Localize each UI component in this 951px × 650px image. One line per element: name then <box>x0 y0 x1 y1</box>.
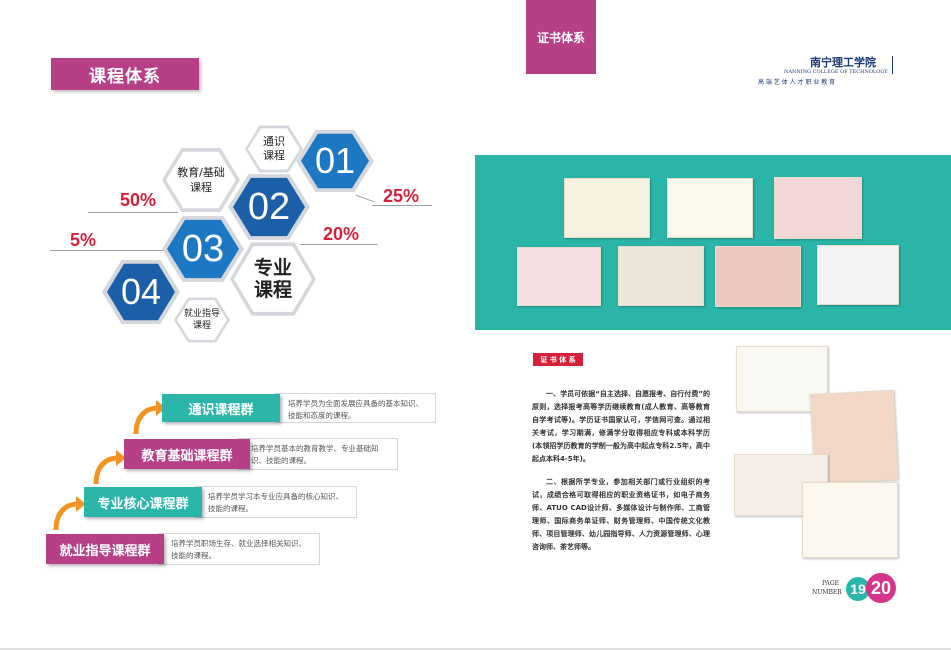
school-name-en: NANNING COLLEGE OF TECHNOLOGY <box>784 69 888 75</box>
group-name-2: 教育基础课程群 <box>141 448 233 464</box>
group-bar-3: 专业核心课程群 <box>84 487 202 517</box>
cert-tag: 证书体系 <box>526 0 596 74</box>
group-name-3: 专业核心课程群 <box>97 496 189 512</box>
percent-5: 5% <box>70 230 97 250</box>
hex-02-label: 02 <box>247 185 291 228</box>
page-number-right: 20 <box>866 573 896 603</box>
group-name-1: 通识课程群 <box>188 402 254 418</box>
cert-section-label: 证 书 体 系 <box>533 353 583 366</box>
line-50 <box>88 212 178 213</box>
school-slogan: 高 端 艺 体 人 才 职 业 教 育 <box>758 79 836 86</box>
group-name-4: 就业指导课程群 <box>59 543 151 559</box>
section-title-bar: 课程体系 <box>51 58 199 90</box>
group-desc-text-1: 培养学员为全面发展应具备的基本知识、技能和态度的课程。 <box>288 399 423 420</box>
percent-25: 25% <box>383 186 420 206</box>
cert-tag-label: 证书体系 <box>536 30 585 45</box>
certificate-image <box>517 247 601 306</box>
school-name-cn: 南宁理工学院 <box>810 56 876 69</box>
arrow-icon-2 <box>93 450 126 485</box>
hex-01-label: 01 <box>314 140 356 181</box>
group-desc-4: 培养学员职场生存、就业选择相关知识、技能的课程。 <box>158 533 320 565</box>
group-desc-3: 培养学员学习本专业应具备的核心知识、技能的课程。 <box>195 486 357 518</box>
group-desc-text-3: 培养学员学习本专业应具备的核心知识、技能的课程。 <box>208 492 343 513</box>
page-label-1: PAGE <box>822 580 839 587</box>
hex-general-label: 通识 课程 <box>263 135 285 162</box>
page-number-left-text: 19 <box>850 581 866 597</box>
group-bar-4: 就业指导课程群 <box>46 534 164 564</box>
certificate-image <box>667 178 753 238</box>
certificate-image <box>618 246 704 306</box>
certificate-image <box>774 177 862 239</box>
certificate-image <box>817 245 899 305</box>
percent-50: 50% <box>120 190 157 210</box>
logo-divider <box>892 56 893 74</box>
group-desc-text-4: 培养学员职场生存、就业选择相关知识、技能的课程。 <box>171 539 306 560</box>
page-number-right-text: 20 <box>870 577 892 598</box>
certificate-image <box>715 246 801 307</box>
line-25b <box>355 194 375 203</box>
group-desc-1: 培养学员为全面发展应具备的基本知识、技能和态度的课程。 <box>275 393 436 423</box>
cert-paragraph-2: 二、根据所学专业，参加相关部门或行业组织的考试，成绩合格可取得相应的职业资格证书… <box>532 478 710 551</box>
school-logo: 南宁理工学院 NANNING COLLEGE OF TECHNOLOGY 高 端… <box>758 54 898 88</box>
cert-paragraph-1: 一、学员可依据“自主选择、自愿报考、自行付费”的原则，选择报考高等学历继续教育(… <box>532 390 710 463</box>
certificate-panel <box>475 155 951 330</box>
line-5 <box>50 250 170 251</box>
hex-career-label: 就业指导 课程 <box>183 309 220 331</box>
percent-20: 20% <box>323 224 360 244</box>
hex-04-label: 04 <box>120 271 162 312</box>
arrow-icon-3 <box>53 496 86 531</box>
page-label-2: NUMBER <box>812 589 842 596</box>
hex-basic-label: 教育/基础 课程 <box>177 166 225 194</box>
certificate-photo <box>802 482 898 558</box>
cert-section-label-text: 证 书 体 系 <box>540 355 576 364</box>
group-desc-text-2: 培养学员基本的教育教学、专业基础知识、技能的课程。 <box>251 444 379 465</box>
group-desc-2: 培养学员基本的教育教学、专业基础知识、技能的课程。 <box>238 438 398 470</box>
section-title: 课程体系 <box>89 66 161 87</box>
certificate-image <box>564 178 650 238</box>
group-bar-2: 教育基础课程群 <box>124 439 250 469</box>
group-bar-1: 通识课程群 <box>162 394 280 422</box>
hex-major-label: 专业 课程 <box>253 257 292 301</box>
hex-03-label: 03 <box>181 227 225 270</box>
